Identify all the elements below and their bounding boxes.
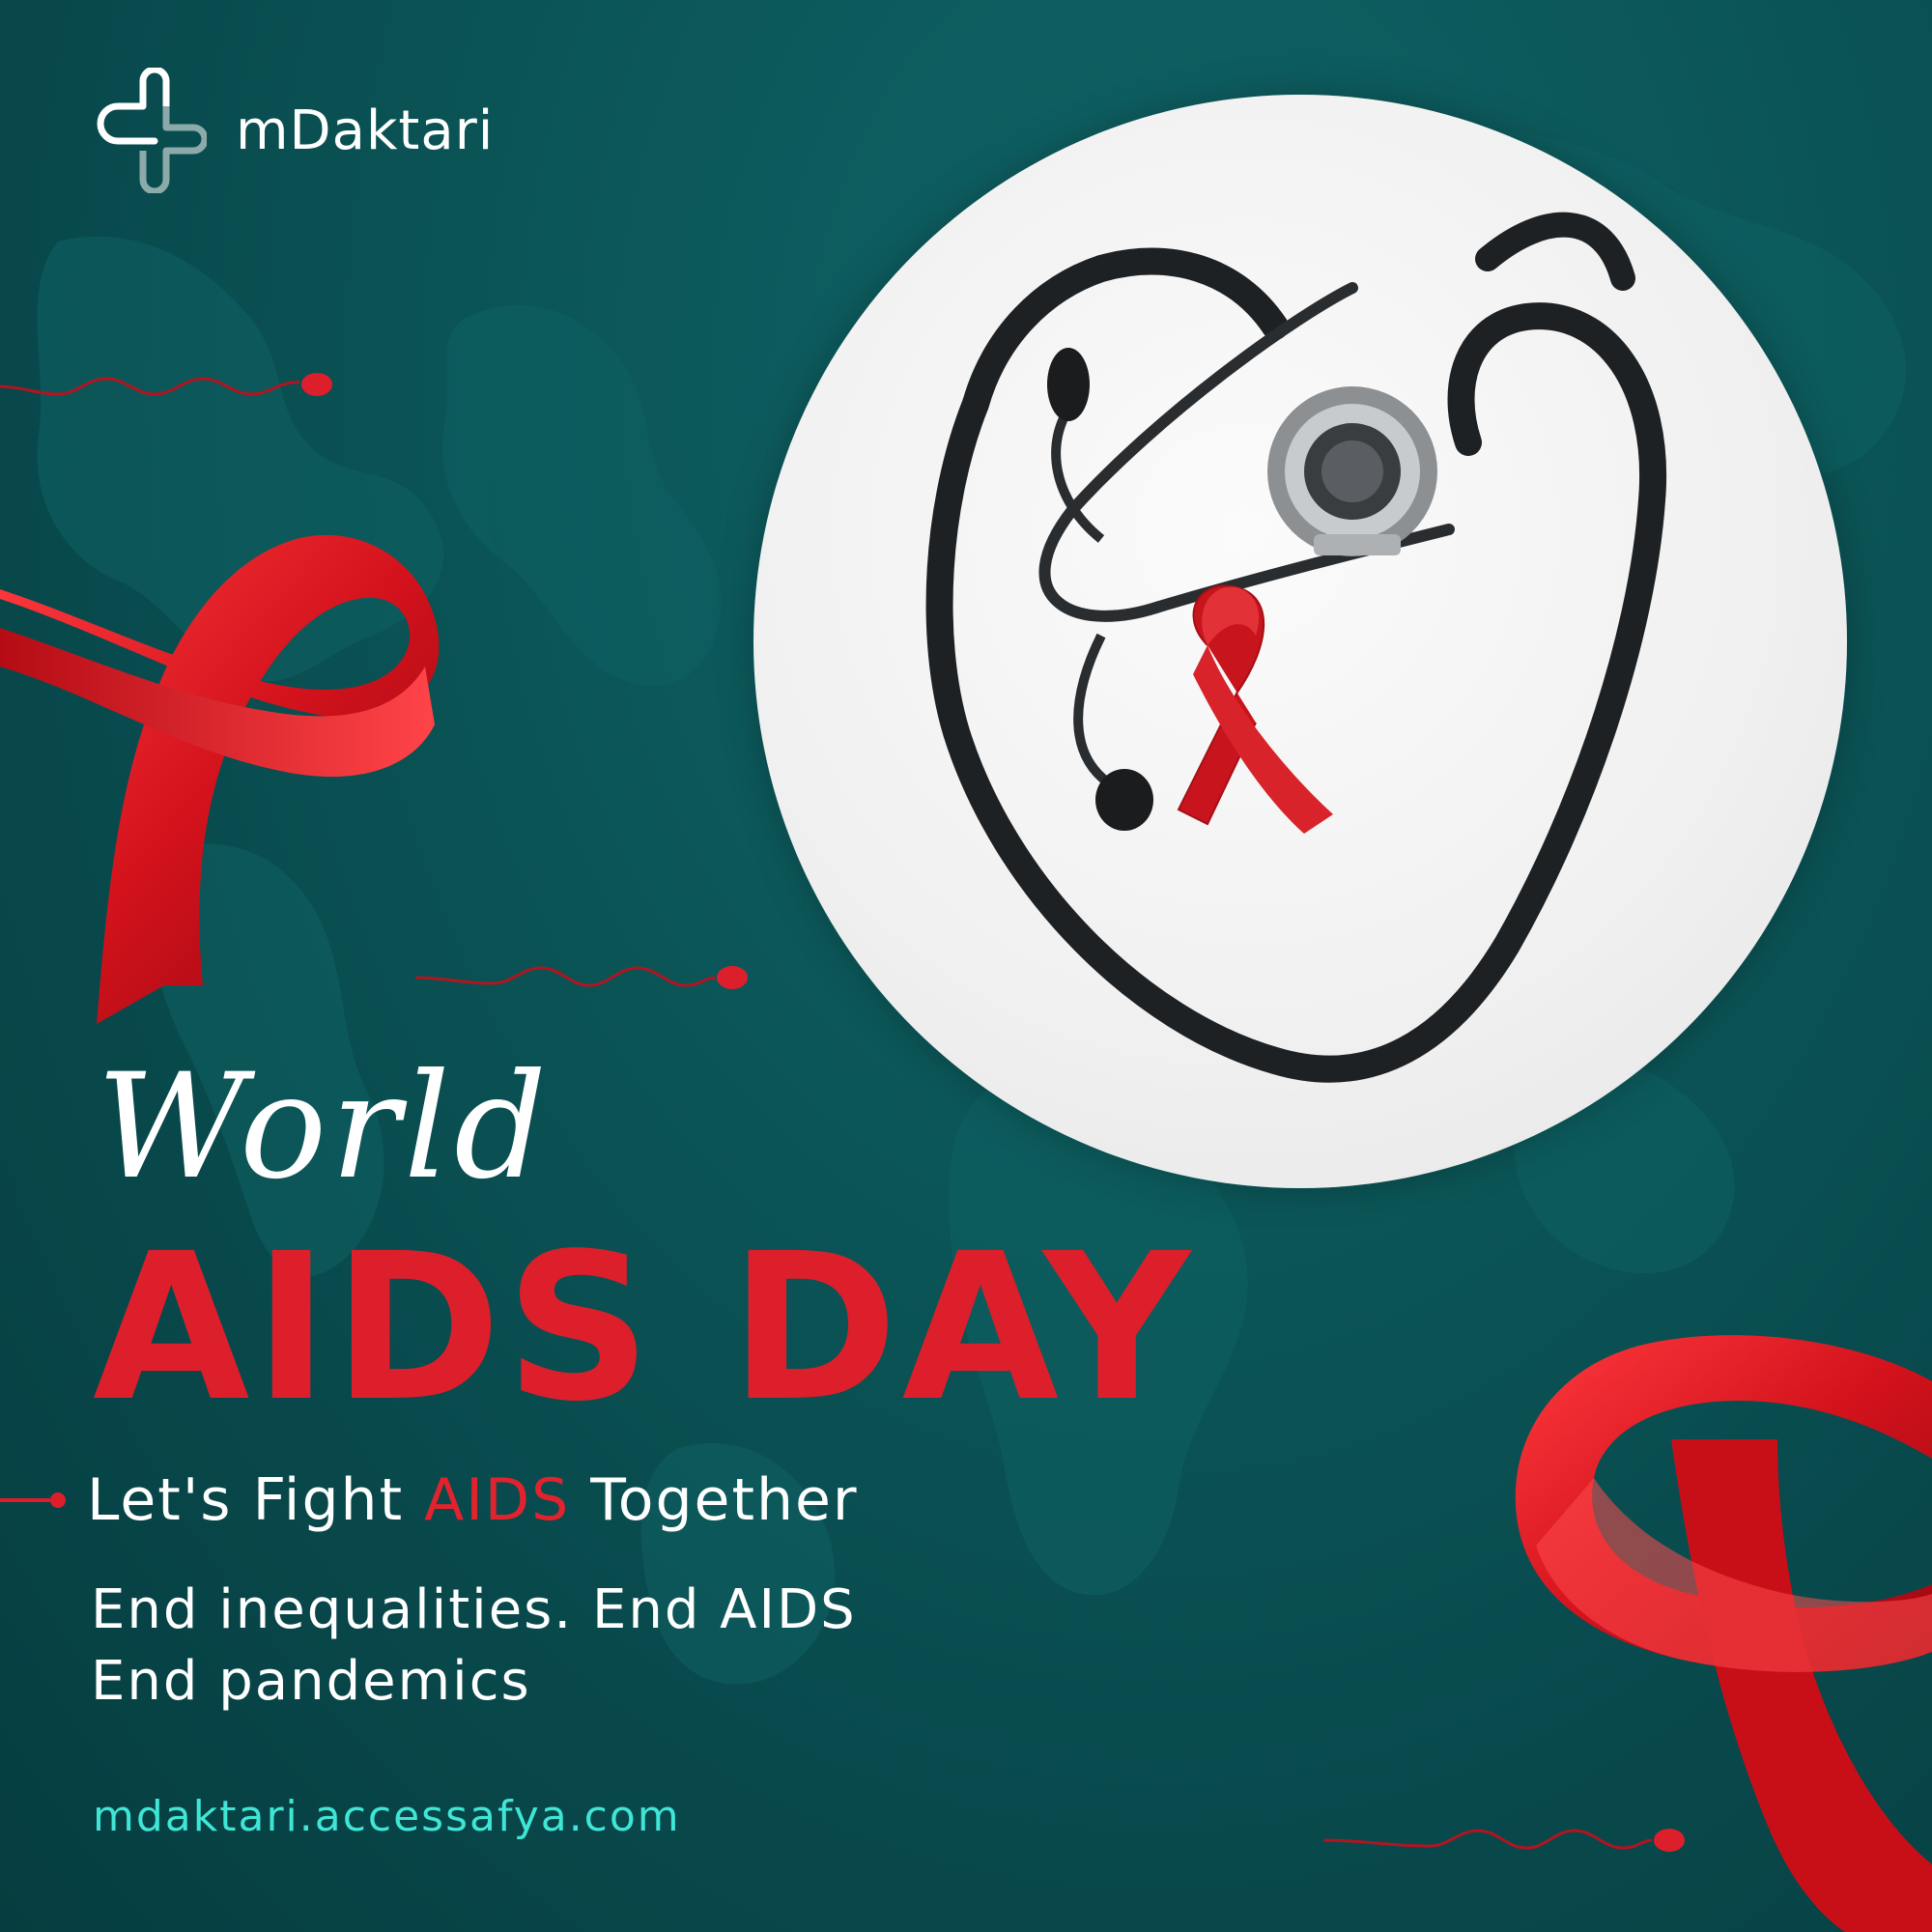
heart-plus-icon [97,68,207,193]
slogan-line-2: End pandemics [91,1650,531,1713]
tagline-after: Together [570,1466,859,1534]
headline-script-word: World [97,1043,551,1211]
slogan: End inequalities. End AIDS End pandemics [91,1575,857,1718]
poster: mDaktari World AIDS DAY Let's Fight AIDS… [0,0,1932,1932]
tagline-highlight: AIDS [424,1466,571,1534]
tagline-dash [0,1498,50,1502]
website-link[interactable]: mdaktari.accessafya.com [93,1792,681,1841]
squiggle-line-top [0,373,332,396]
stethoscope-heart-illustration [925,212,1667,1083]
red-ribbon-left-decoration [0,534,440,1024]
brand-name: mDaktari [236,99,495,162]
squiggle-line-middle [415,966,748,989]
brand-logo[interactable]: mDaktari [81,68,494,193]
tagline-text: Let's Fight AIDS Together [87,1466,859,1534]
squiggle-line-bottom [1323,1829,1685,1852]
slogan-line-1: End inequalities. End AIDS [91,1578,857,1641]
tagline-dot [50,1492,66,1508]
tagline-before: Let's Fight [87,1466,425,1534]
stethoscope-photo [753,95,1847,1188]
headline-main: AIDS DAY [93,1209,1195,1446]
tagline: Let's Fight AIDS Together [0,1466,859,1534]
